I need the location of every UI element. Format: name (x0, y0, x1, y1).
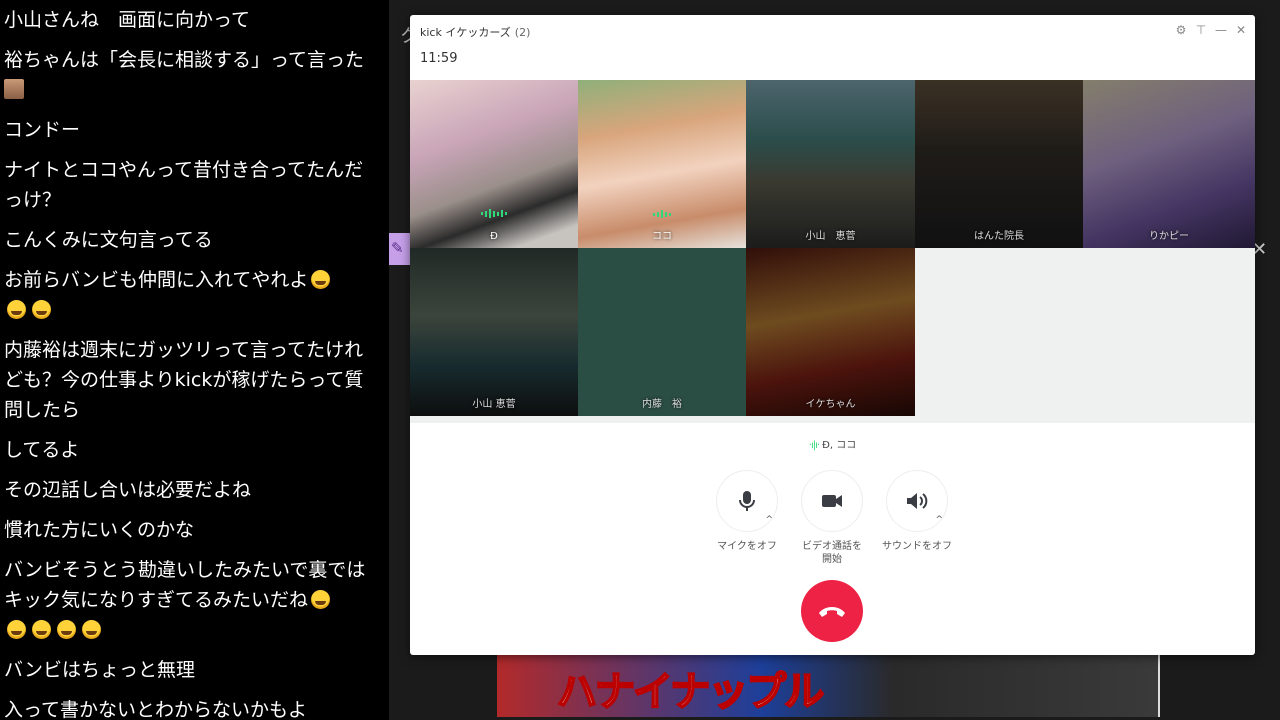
sound-toggle-button[interactable]: ^ (886, 470, 948, 532)
rofl-emoji-icon (82, 620, 101, 639)
video-label: ビデオ通話を 開始 (792, 540, 872, 566)
participant-tile[interactable]: 内藤 裕 (578, 248, 746, 416)
chat-message: 裕ちゃんは「会長に相談する」って言った (0, 40, 389, 110)
video-camera-icon (822, 495, 842, 507)
stream-video-preview: ハナイナップル (497, 655, 1160, 717)
call-group-name: kick イケッカーズ (420, 26, 511, 39)
chat-panel: 小山さんね 画面に向かって 裕ちゃんは「会長に相談する」って言った コンドー ナ… (0, 0, 389, 720)
rofl-emoji-icon (311, 270, 331, 289)
chat-message: バンビはちょっと無理 (4, 659, 195, 681)
rofl-emoji-icon (32, 300, 51, 319)
mic-toggle-button[interactable]: ^ (716, 470, 778, 532)
chat-message: 慣れた方にいくのかな (4, 519, 195, 541)
chat-message: その辺話し合いは必要だよね (4, 479, 252, 501)
video-control: ビデオ通話を 開始 (792, 470, 872, 566)
video-label-line1: ビデオ通話を (802, 541, 862, 552)
rofl-emoji-icon (32, 620, 51, 639)
window-controls: ⚙ ⊤ — ✕ (1175, 23, 1247, 37)
sound-label: サウンドをオフ (882, 541, 952, 552)
participant-tile[interactable]: 小山 恵菅 (410, 248, 578, 416)
participant-tile[interactable]: Ð (410, 80, 578, 248)
avatar-emote-icon (4, 79, 24, 99)
chat-message: 小山さんね 画面に向かって (4, 9, 251, 31)
pencil-icon: ✎ (391, 239, 404, 257)
chat-message: 内藤裕は週末にガッツリって言ってたけれども？今の仕事よりkickが稼げたらって質… (4, 339, 364, 421)
call-member-count: (2) (514, 26, 531, 39)
participant-name: 小山 恵菅 (805, 231, 856, 242)
participant-tile[interactable]: ココ (578, 80, 746, 248)
stream-banner-text: ハナイナップル (556, 668, 825, 716)
participant-tile[interactable]: 小山 恵菅 (746, 80, 915, 248)
chat-message: ナイトとココやんって昔付き合ってたんだっけ？ (4, 159, 364, 211)
speaking-indicator (481, 209, 507, 218)
participant-grid: Ð ココ 小山 恵菅 はんた院長 りかピー 小山 恵菅 内藤 裕 イケちゃん (410, 80, 1255, 423)
chevron-up-icon[interactable]: ^ (935, 515, 943, 525)
mic-label: マイクをオフ (717, 541, 777, 552)
speaking-status: ·ı|ı· Ð, ココ (410, 436, 1255, 451)
chat-message: お前らバンビも仲間に入れてやれよ (0, 260, 389, 330)
call-elapsed-time: 11:59 (420, 51, 458, 66)
speaking-wave-icon: ·ı|ı· (808, 440, 820, 451)
participant-name: ココ (652, 231, 672, 242)
participant-name: 内藤 裕 (642, 399, 682, 410)
phone-hangup-icon (819, 607, 845, 617)
hangup-button[interactable] (801, 580, 863, 642)
participant-name: Ð (490, 231, 498, 242)
participant-tile[interactable]: はんた院長 (915, 80, 1083, 248)
speaking-indicator (653, 210, 671, 218)
sound-control: ^ サウンドをオフ (877, 470, 957, 553)
participant-name: イケちゃん (805, 399, 856, 410)
microphone-icon (739, 491, 755, 511)
chat-message: バンビそうとう勘違いしたみたいで裏ではキック気になりすぎてるみたいだね (0, 550, 389, 650)
participant-tile[interactable]: イケちゃん (746, 248, 915, 416)
group-call-window: kick イケッカーズ (2) 11:59 ⚙ ⊤ — ✕ Ð ココ 小山 恵菅 … (410, 15, 1255, 655)
edit-overlay-tab[interactable]: ✎ (389, 233, 410, 265)
minimize-icon[interactable]: — (1215, 23, 1227, 37)
participant-name: 小山 恵菅 (472, 399, 516, 410)
chat-message: こんくみに文句言ってる (4, 229, 213, 251)
chat-message: 入って書かないとわからないかもよ (4, 699, 308, 720)
video-label-line2: 開始 (822, 554, 842, 565)
rofl-emoji-icon (7, 620, 26, 639)
rofl-emoji-icon (57, 620, 76, 639)
close-icon[interactable]: ✕ (1235, 23, 1247, 37)
mic-control: ^ マイクをオフ (707, 470, 787, 553)
gear-icon[interactable]: ⚙ (1175, 23, 1187, 37)
participant-name: はんた院長 (974, 231, 1024, 242)
speaking-names: Ð, ココ (822, 440, 857, 451)
chat-message: コンドー (4, 119, 81, 141)
participant-tile[interactable]: りかピー (1083, 80, 1255, 248)
participant-name: りかピー (1149, 231, 1189, 242)
pin-icon[interactable]: ⊤ (1195, 23, 1207, 37)
rofl-emoji-icon (311, 590, 331, 609)
speaker-icon (907, 493, 928, 509)
chevron-up-icon[interactable]: ^ (765, 515, 773, 525)
video-call-button[interactable] (801, 470, 863, 532)
rofl-emoji-icon (7, 300, 26, 319)
call-title: kick イケッカーズ (2) (420, 24, 530, 40)
chat-message: してるよ (4, 439, 80, 461)
